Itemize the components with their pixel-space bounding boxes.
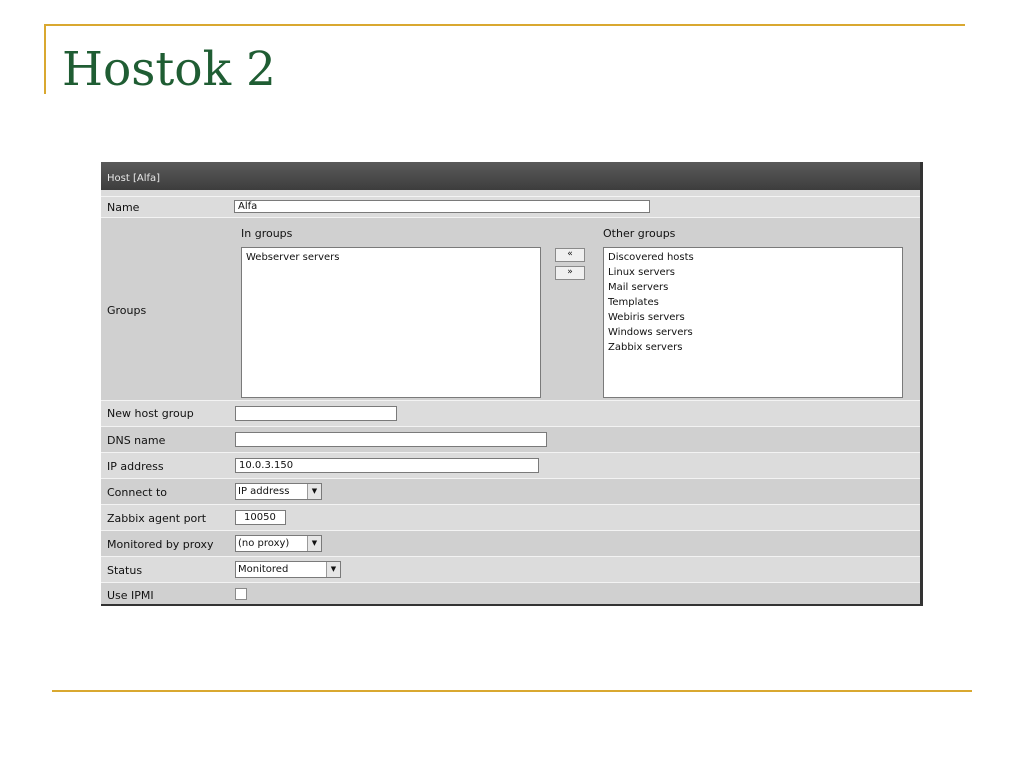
- other-groups-label: Other groups: [603, 227, 676, 240]
- dns-name-row: DNS name: [101, 426, 920, 452]
- ip-address-row: IP address 10.0.3.150: [101, 452, 920, 478]
- ip-address-input[interactable]: 10.0.3.150: [235, 458, 539, 473]
- panel-header: Host [Alfa]: [101, 162, 920, 190]
- status-row: Status Monitored ▼: [101, 556, 920, 582]
- panel-header-title: Host [Alfa]: [107, 173, 161, 184]
- name-label: Name: [107, 201, 140, 214]
- top-accent-rule: [44, 24, 965, 26]
- ipmi-checkbox[interactable]: [235, 588, 247, 600]
- name-row: Name Alfa: [101, 196, 920, 216]
- status-value: Monitored: [238, 564, 289, 575]
- in-groups-label: In groups: [241, 227, 293, 240]
- chevron-down-icon: ▼: [307, 484, 321, 499]
- other-groups-item[interactable]: Discovered hosts: [608, 250, 898, 265]
- new-host-group-label: New host group: [107, 407, 194, 420]
- other-groups-item[interactable]: Webiris servers: [608, 310, 898, 325]
- other-groups-item[interactable]: Windows servers: [608, 325, 898, 340]
- host-form-panel: Host [Alfa] Name Alfa Groups In groups W…: [101, 162, 923, 606]
- new-host-group-row: New host group: [101, 400, 920, 426]
- connect-to-select[interactable]: IP address ▼: [235, 483, 322, 500]
- proxy-select[interactable]: (no proxy) ▼: [235, 535, 322, 552]
- status-select[interactable]: Monitored ▼: [235, 561, 341, 578]
- chevron-down-icon: ▼: [326, 562, 340, 577]
- ipmi-row: Use IPMI: [101, 582, 920, 604]
- in-groups-item[interactable]: Webserver servers: [246, 250, 536, 265]
- chevron-down-icon: ▼: [307, 536, 321, 551]
- other-groups-listbox[interactable]: Discovered hosts Linux servers Mail serv…: [603, 247, 903, 398]
- ipmi-label: Use IPMI: [107, 589, 154, 602]
- new-host-group-input[interactable]: [235, 406, 397, 421]
- agent-port-label: Zabbix agent port: [107, 512, 207, 525]
- other-groups-item[interactable]: Linux servers: [608, 265, 898, 280]
- other-groups-item[interactable]: Templates: [608, 295, 898, 310]
- in-groups-listbox[interactable]: Webserver servers: [241, 247, 541, 398]
- connect-to-row: Connect to IP address ▼: [101, 478, 920, 504]
- proxy-label: Monitored by proxy: [107, 538, 214, 551]
- bottom-accent-rule: [52, 690, 972, 692]
- agent-port-row: Zabbix agent port 10050: [101, 504, 920, 530]
- connect-to-value: IP address: [238, 486, 290, 497]
- groups-row: Groups In groups Webserver servers « » O…: [101, 217, 920, 400]
- proxy-row: Monitored by proxy (no proxy) ▼: [101, 530, 920, 556]
- dns-name-label: DNS name: [107, 434, 166, 447]
- left-accent-rule: [44, 24, 46, 94]
- proxy-value: (no proxy): [238, 538, 290, 549]
- slide-title: Hostok 2: [62, 42, 276, 97]
- groups-label: Groups: [107, 304, 147, 317]
- other-groups-item[interactable]: Zabbix servers: [608, 340, 898, 355]
- move-left-button[interactable]: «: [555, 248, 585, 262]
- status-label: Status: [107, 564, 143, 577]
- other-groups-item[interactable]: Mail servers: [608, 280, 898, 295]
- ip-address-label: IP address: [107, 460, 164, 473]
- move-right-button[interactable]: »: [555, 266, 585, 280]
- agent-port-input[interactable]: 10050: [235, 510, 286, 525]
- connect-to-label: Connect to: [107, 486, 168, 499]
- name-input[interactable]: Alfa: [234, 200, 650, 213]
- dns-name-input[interactable]: [235, 432, 547, 447]
